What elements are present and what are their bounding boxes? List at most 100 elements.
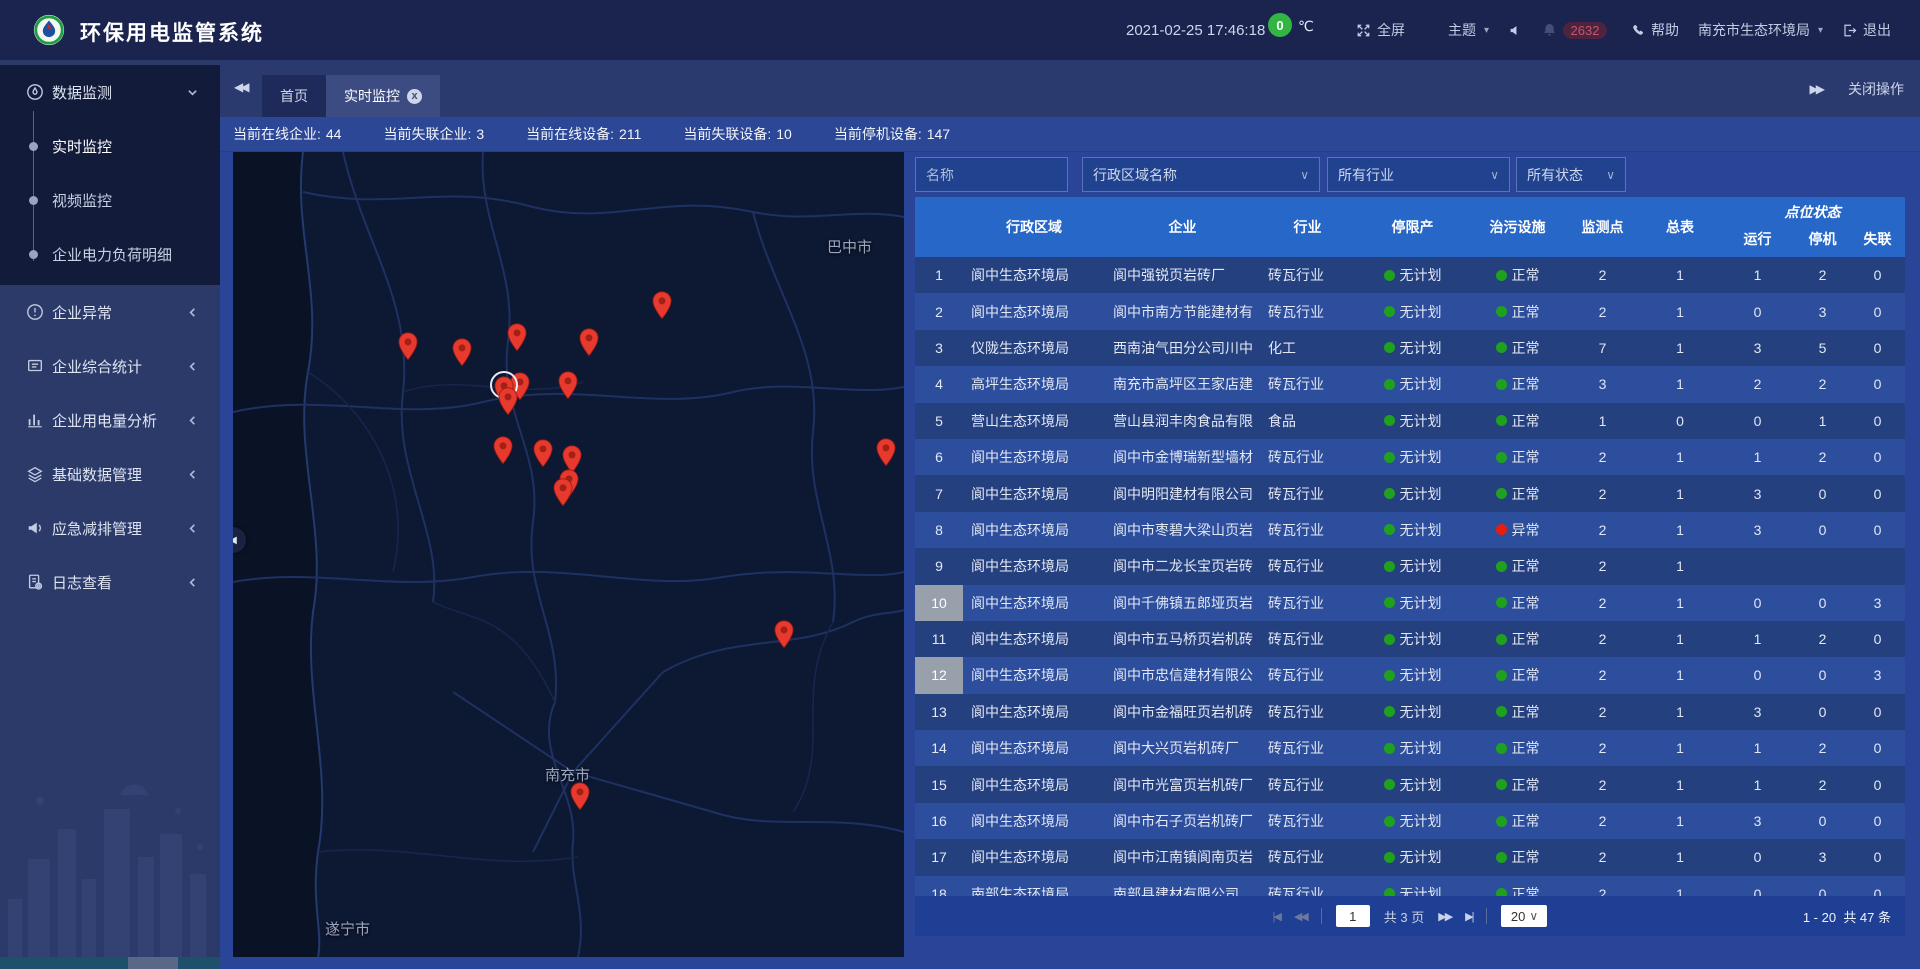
fullscreen-button[interactable]: 全屏 <box>1356 0 1405 60</box>
sidebar-subitem[interactable]: 企业电力负荷明细 <box>0 227 220 281</box>
sidebar-item-label: 企业用电量分析 <box>52 410 157 431</box>
status-dot-icon <box>1496 452 1507 463</box>
map-pin-icon[interactable] <box>652 291 672 319</box>
sidebar-item-horn[interactable]: 应急减排管理 <box>0 501 220 555</box>
table-row[interactable]: 18南部生态环境局南部县建材有限公司砖瓦行业无计划正常21000 <box>915 876 1905 896</box>
close-operations-button[interactable]: 关闭操作 <box>1848 79 1904 99</box>
chevron-down-icon: ∨ <box>1529 909 1538 923</box>
cell-region: 阆中生态环境局 <box>963 847 1105 867</box>
help-button[interactable]: 帮助 <box>1630 0 1679 60</box>
table-row[interactable]: 15阆中生态环境局阆中市光富页岩机砖厂砖瓦行业无计划正常21120 <box>915 766 1905 802</box>
table-row[interactable]: 2阆中生态环境局阆中市南方节能建材有砖瓦行业无计划正常21030 <box>915 293 1905 329</box>
industry-filter-select[interactable]: 所有行业 ∨ <box>1327 157 1510 192</box>
cell-halt-count: 0 <box>1795 886 1850 896</box>
tabs-scroll-right-icon[interactable]: ▶▶ <box>1810 82 1822 96</box>
cell-lost-count: 0 <box>1850 522 1905 538</box>
cell-company: 西南油气田分公司川中 <box>1105 338 1260 358</box>
col-total: 总表 <box>1640 197 1720 257</box>
row-index: 16 <box>915 803 963 839</box>
table-row[interactable]: 9阆中生态环境局阆中市二龙长宝页岩砖砖瓦行业无计划正常21 <box>915 548 1905 584</box>
map-pin-icon[interactable] <box>579 328 599 356</box>
map-panel[interactable]: ◀ 巴中市南充市遂宁市 <box>233 152 904 957</box>
sidebar-subitem[interactable]: 视频监控 <box>0 173 220 227</box>
status-dot-icon <box>1496 488 1507 499</box>
cell-halt-count: 0 <box>1795 813 1850 829</box>
cell-company: 阆中千佛镇五郎垭页岩 <box>1105 593 1260 613</box>
tab-item[interactable]: 首页 <box>262 75 326 117</box>
map-pin-icon[interactable] <box>498 387 518 415</box>
cell-stop-status: 无计划 <box>1355 520 1470 540</box>
tabs-scroll-left-icon[interactable]: ◀◀ <box>234 80 246 94</box>
prev-page-icon[interactable]: ◀◀ <box>1294 910 1307 923</box>
next-page-icon[interactable]: ▶▶ <box>1438 910 1451 923</box>
table-row[interactable]: 14阆中生态环境局阆中大兴页岩机砖厂砖瓦行业无计划正常21120 <box>915 730 1905 766</box>
status-dot-icon <box>1496 634 1507 645</box>
cell-facility-status: 正常 <box>1470 629 1565 649</box>
table-row[interactable]: 1阆中生态环境局阆中强锐页岩砖厂砖瓦行业无计划正常21120 <box>915 257 1905 293</box>
sidebar-item-log[interactable]: 日志查看 <box>0 555 220 609</box>
sidebar-item-alert[interactable]: 企业异常 <box>0 285 220 339</box>
cell-region: 阆中生态环境局 <box>963 484 1105 504</box>
cell-total-meter: 1 <box>1640 340 1720 356</box>
cell-run-count: 1 <box>1720 631 1795 647</box>
status-filter-select[interactable]: 所有状态 ∨ <box>1516 157 1626 192</box>
notification-bell[interactable]: 2632 <box>1542 0 1607 60</box>
table-row[interactable]: 8阆中生态环境局阆中市枣碧大梁山页岩砖瓦行业无计划异常21300 <box>915 512 1905 548</box>
page-size-select[interactable]: 20 ∨ <box>1501 905 1547 927</box>
facility-status-text: 正常 <box>1512 265 1540 285</box>
table-row[interactable]: 4高坪生态环境局南充市高坪区王家店建砖瓦行业无计划正常31220 <box>915 366 1905 402</box>
cell-total-meter: 1 <box>1640 376 1720 392</box>
table-row[interactable]: 17阆中生态环境局阆中市江南镇阆南页岩砖瓦行业无计划正常21030 <box>915 839 1905 875</box>
map-pin-icon[interactable] <box>774 620 794 648</box>
map-pin-icon[interactable] <box>398 332 418 360</box>
sidebar-item-layers[interactable]: 基础数据管理 <box>0 447 220 501</box>
map-pin-icon[interactable] <box>507 323 527 351</box>
table-row[interactable]: 10阆中生态环境局阆中千佛镇五郎垭页岩砖瓦行业无计划正常21003 <box>915 585 1905 621</box>
row-index: 14 <box>915 730 963 766</box>
map-pin-icon[interactable] <box>558 371 578 399</box>
tab-close-icon[interactable]: x <box>407 89 422 104</box>
name-input[interactable] <box>926 167 1057 183</box>
cell-lost-count: 0 <box>1850 304 1905 320</box>
cell-company: 阆中明阳建材有限公司 <box>1105 484 1260 504</box>
table-row[interactable]: 16阆中生态环境局阆中市石子页岩机砖厂砖瓦行业无计划正常21300 <box>915 803 1905 839</box>
mute-speaker-icon[interactable] <box>1508 0 1521 60</box>
sidebar-item-chart[interactable]: 企业用电量分析 <box>0 393 220 447</box>
table-row[interactable]: 7阆中生态环境局阆中明阳建材有限公司砖瓦行业无计划正常21300 <box>915 475 1905 511</box>
table-row[interactable]: 12阆中生态环境局阆中市忠信建材有限公砖瓦行业无计划正常21003 <box>915 657 1905 693</box>
table-row[interactable]: 5营山生态环境局营山县润丰肉食品有限食品无计划正常10010 <box>915 403 1905 439</box>
stop-status-text: 无计划 <box>1400 520 1442 540</box>
map-pin-icon[interactable] <box>533 439 553 467</box>
sidebar-subitem[interactable]: 实时监控 <box>0 119 220 173</box>
map-pin-icon[interactable] <box>493 436 513 464</box>
table-row[interactable]: 3仪陇生态环境局西南油气田分公司川中化工无计划正常71350 <box>915 330 1905 366</box>
cell-region: 阆中生态环境局 <box>963 520 1105 540</box>
table-row[interactable]: 6阆中生态环境局阆中市金博瑞新型墙材砖瓦行业无计划正常21120 <box>915 439 1905 475</box>
tab-item[interactable]: 实时监控x <box>326 75 440 117</box>
map-pin-icon[interactable] <box>452 338 472 366</box>
table-header: 行政区域 企业 行业 停限产 治污设施 监测点 总表 点位状态 运行 停机 失联 <box>915 197 1905 257</box>
map-pin-icon[interactable] <box>876 438 896 466</box>
map-pin-icon[interactable] <box>570 782 590 810</box>
table-row[interactable]: 13阆中生态环境局阆中市金福旺页岩机砖砖瓦行业无计划正常21300 <box>915 694 1905 730</box>
first-page-icon[interactable]: |◀ <box>1273 910 1280 923</box>
cell-company: 阆中市金博瑞新型墙材 <box>1105 447 1260 467</box>
last-page-icon[interactable]: ▶| <box>1465 910 1472 923</box>
chevron-left-icon <box>187 307 198 318</box>
row-index: 2 <box>915 293 963 329</box>
region-filter-select[interactable]: 行政区域名称 ∨ <box>1082 157 1320 192</box>
cell-run-count: 3 <box>1720 340 1795 356</box>
cell-facility-status: 正常 <box>1470 811 1565 831</box>
sidebar-item-board[interactable]: 企业综合统计 <box>0 339 220 393</box>
map-pin-icon[interactable] <box>553 478 573 506</box>
stop-status-text: 无计划 <box>1400 265 1442 285</box>
name-filter-input[interactable] <box>915 157 1068 192</box>
board-icon <box>26 357 46 375</box>
page-number-input[interactable] <box>1336 905 1370 927</box>
user-dropdown[interactable]: 南充市生态环境局 ▾ <box>1698 0 1823 60</box>
cell-facility-status: 正常 <box>1470 775 1565 795</box>
theme-dropdown[interactable]: 主题 ▾ <box>1448 0 1489 60</box>
cell-facility-status: 正常 <box>1470 665 1565 685</box>
table-row[interactable]: 11阆中生态环境局阆中市五马桥页岩机砖砖瓦行业无计划正常21120 <box>915 621 1905 657</box>
logout-button[interactable]: 退出 <box>1842 0 1891 60</box>
